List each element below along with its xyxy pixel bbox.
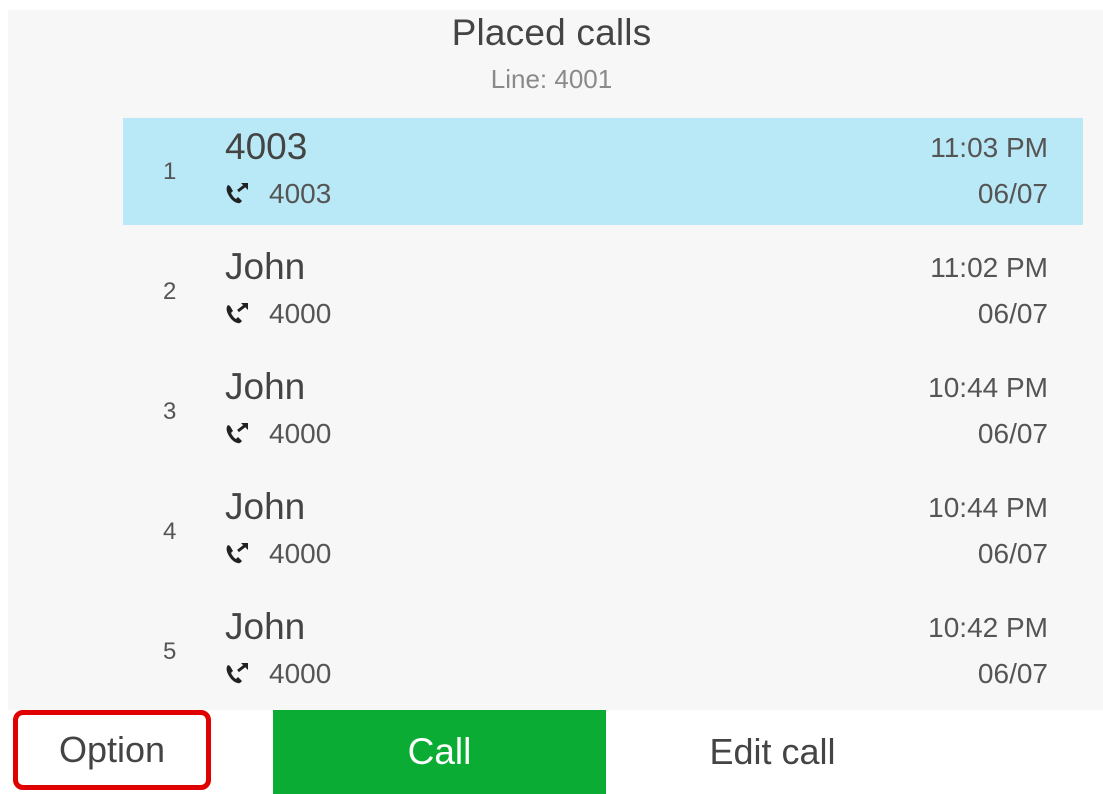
call-name: John [225,366,306,407]
page-title: Placed calls [451,12,652,53]
outgoing-call-icon [226,302,248,324]
call-date: 06/07 [977,418,1048,449]
call-date: 06/07 [977,658,1048,689]
call-row[interactable]: 2 John 4000 11:02 PM 06/07 [123,238,1083,358]
call-number: 4000 [269,658,332,689]
call-row[interactable]: 1 4003 4003 11:03 PM 06/07 [123,118,1083,225]
outgoing-call-icon [226,422,248,444]
call-number: 4000 [269,538,332,569]
call-row[interactable]: 4 John 4000 10:44 PM 06/07 [123,478,1083,598]
call-name: John [225,246,306,287]
softkey-bar: Option Call Edit call [0,710,1103,794]
call-index: 2 [163,278,177,305]
call-name: 4003 [225,126,308,167]
call-detail: 4003 [223,178,331,210]
call-index: 5 [163,638,177,665]
outgoing-call-icon [226,182,248,204]
call-date: 06/07 [977,538,1048,569]
call-name: John [225,486,306,527]
call-time: 10:44 PM [928,372,1048,403]
option-softkey[interactable]: Option [13,710,211,790]
call-index: 4 [163,518,177,545]
call-row[interactable]: 5 John 4000 10:42 PM 06/07 [123,598,1083,718]
call-name: John [225,606,306,647]
outgoing-call-icon [226,662,248,684]
outgoing-call-icon [226,542,248,564]
call-date: 06/07 [977,298,1048,329]
call-detail: 4000 [223,658,331,690]
call-time: 10:42 PM [928,612,1048,643]
edit-call-softkey[interactable]: Edit call [606,710,939,794]
call-time: 11:03 PM [930,132,1048,163]
call-number: 4000 [269,298,332,329]
call-detail: 4000 [223,418,331,450]
call-softkey[interactable]: Call [273,710,606,794]
call-detail: 4000 [223,298,331,330]
line-label: Line: 4001 [490,64,613,94]
call-number: 4003 [269,178,332,209]
call-detail: 4000 [223,538,331,570]
call-index: 3 [163,398,177,425]
call-index: 1 [163,158,177,185]
call-time: 10:44 PM [928,492,1048,523]
call-row[interactable]: 3 John 4000 10:44 PM 06/07 [123,358,1083,478]
call-list: 1 4003 4003 11:03 PM 06/07 2 John 4000 1… [123,118,1083,718]
call-number: 4000 [269,418,332,449]
call-time: 11:02 PM [930,252,1048,283]
call-date: 06/07 [977,178,1048,209]
